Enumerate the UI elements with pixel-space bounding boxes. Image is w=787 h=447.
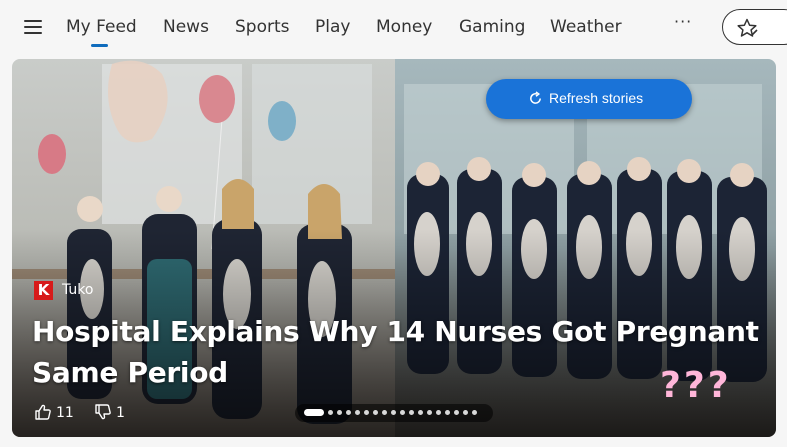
refresh-stories-label: Refresh stories xyxy=(549,90,644,106)
pager-dot[interactable] xyxy=(436,410,441,415)
pager-dot[interactable] xyxy=(418,410,423,415)
top-navigation-bar: My Feed News Sports Play Money Gaming We… xyxy=(0,0,787,58)
question-marks-overlay: ??? xyxy=(660,365,732,406)
nav-tab-sports[interactable]: Sports xyxy=(235,17,290,37)
pager-dot[interactable] xyxy=(445,410,450,415)
pager-dot[interactable] xyxy=(400,410,405,415)
thumbs-up-icon xyxy=(35,404,51,420)
pager-dot[interactable] xyxy=(391,410,396,415)
carousel-pager[interactable] xyxy=(295,404,493,422)
nav-tab-weather[interactable]: Weather xyxy=(550,17,622,37)
star-edit-icon xyxy=(737,18,758,37)
pager-dot[interactable] xyxy=(472,410,477,415)
tuko-logo-icon: K xyxy=(34,281,53,300)
pager-dot[interactable] xyxy=(427,410,432,415)
like-count: 11 xyxy=(56,405,74,421)
personalize-button[interactable] xyxy=(722,9,787,45)
pager-dot[interactable] xyxy=(454,410,459,415)
thumbs-down-icon xyxy=(95,404,111,420)
pager-dot[interactable] xyxy=(328,410,333,415)
nav-tab-money[interactable]: Money xyxy=(376,17,432,37)
pager-dot[interactable] xyxy=(337,410,342,415)
hero-story-card[interactable]: Refresh stories K Tuko Hospital Explains… xyxy=(12,59,776,437)
pager-dot[interactable] xyxy=(382,410,387,415)
pager-dot[interactable] xyxy=(364,410,369,415)
hamburger-menu-icon[interactable] xyxy=(24,19,42,35)
more-options-icon[interactable]: ··· xyxy=(674,12,692,31)
nav-tab-gaming[interactable]: Gaming xyxy=(459,17,525,37)
nav-tab-my-feed[interactable]: My Feed xyxy=(66,17,137,47)
pager-dot[interactable] xyxy=(373,410,378,415)
refresh-stories-button[interactable]: Refresh stories xyxy=(486,79,692,119)
pager-dot[interactable] xyxy=(463,410,468,415)
source-name: Tuko xyxy=(62,282,94,298)
nav-tab-news[interactable]: News xyxy=(163,17,209,37)
pager-dot[interactable] xyxy=(346,410,351,415)
dislike-count: 1 xyxy=(116,405,125,421)
pager-dot[interactable] xyxy=(355,410,360,415)
refresh-icon xyxy=(530,91,541,104)
pager-current-dot[interactable] xyxy=(304,409,324,416)
nav-tab-play[interactable]: Play xyxy=(315,17,350,37)
pager-dot[interactable] xyxy=(409,410,414,415)
story-headline[interactable]: Hospital Explains Why 14 Nurses Got Preg… xyxy=(32,311,762,393)
